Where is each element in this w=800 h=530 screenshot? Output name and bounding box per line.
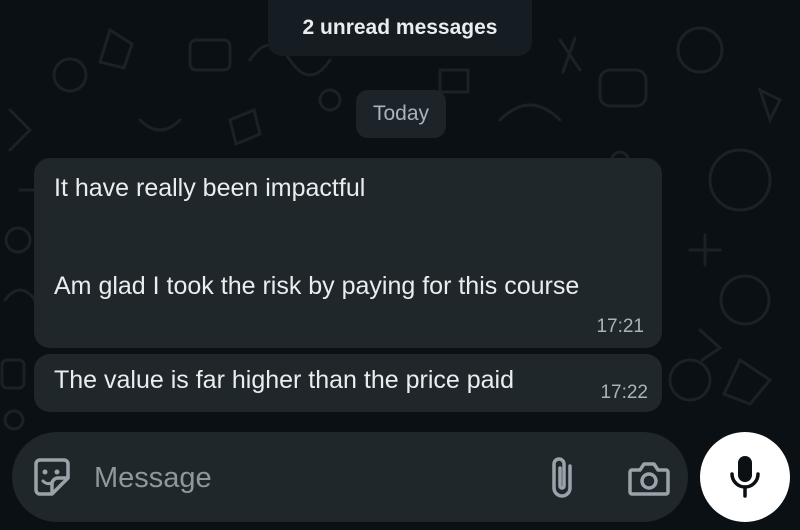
message-text: The value is far higher than the price p…	[54, 366, 514, 394]
microphone-icon	[730, 456, 760, 498]
camera-icon[interactable]	[626, 456, 672, 500]
message-text: It have really been impactful	[54, 174, 366, 202]
date-divider-label: Today	[372, 102, 430, 125]
unread-messages-banner: 2 unread messages	[268, 0, 532, 56]
message-bubble[interactable]: The value is far higher than the price p…	[34, 354, 662, 412]
attach-icon[interactable]	[542, 454, 582, 502]
sticker-icon[interactable]	[30, 456, 74, 500]
message-time: 17:22	[600, 382, 648, 403]
unread-messages-label: 2 unread messages	[302, 16, 498, 39]
message-time: 17:21	[596, 316, 644, 337]
voice-record-button[interactable]	[700, 432, 790, 522]
date-divider: Today	[356, 90, 446, 138]
message-composer	[12, 432, 688, 522]
message-text: Am glad I took the risk by paying for th…	[54, 272, 580, 300]
message-bubble[interactable]: It have really been impactful Am glad I …	[34, 158, 662, 348]
message-input[interactable]	[92, 454, 516, 502]
